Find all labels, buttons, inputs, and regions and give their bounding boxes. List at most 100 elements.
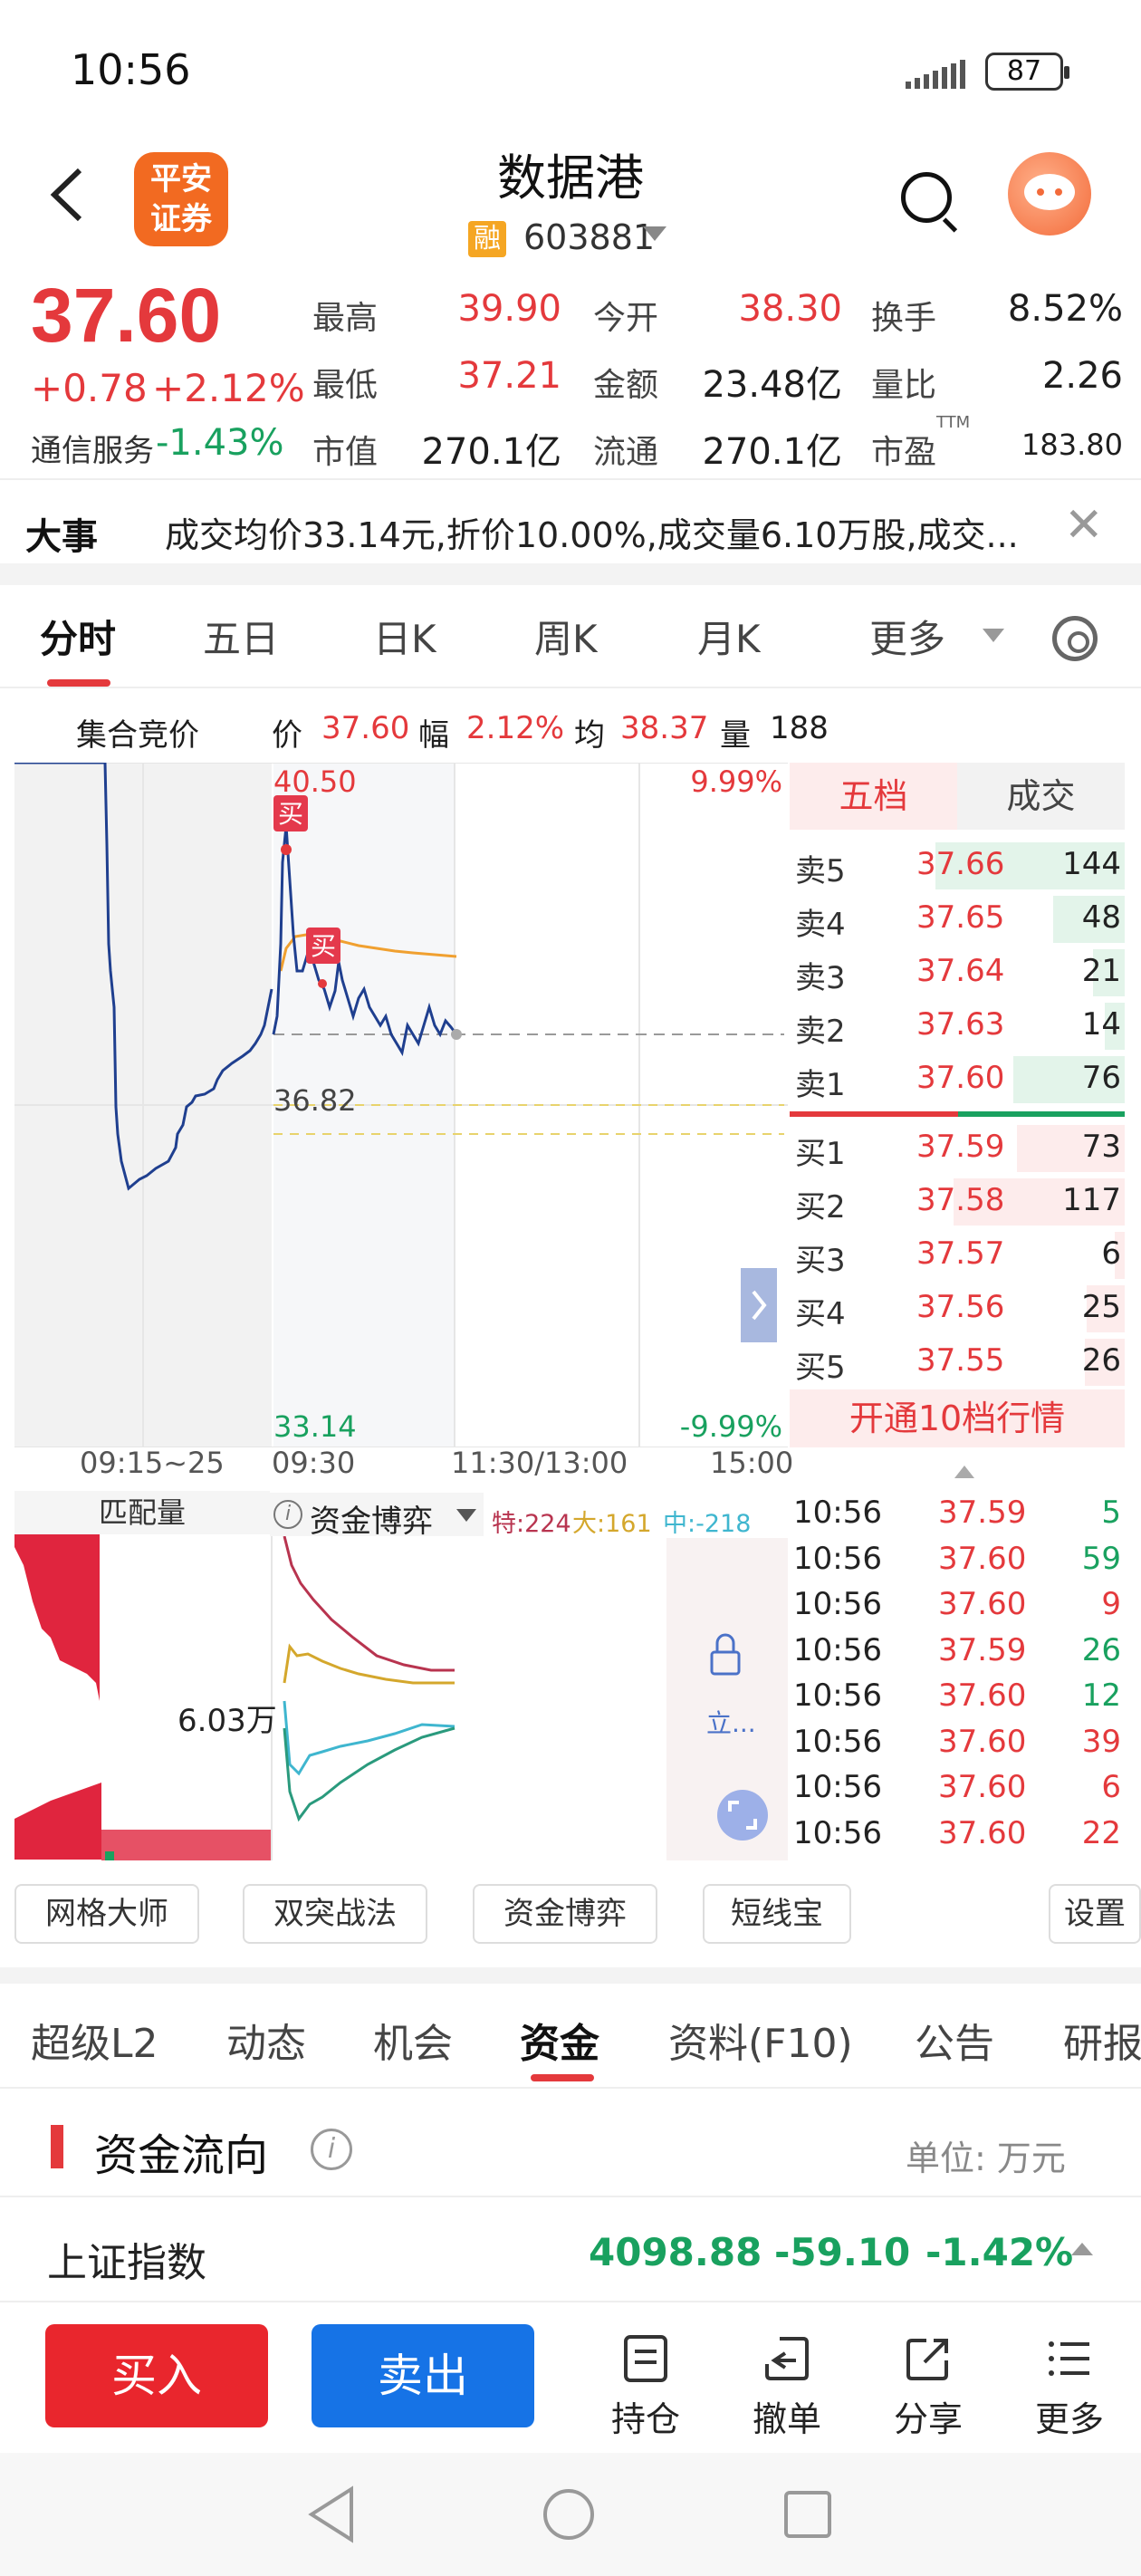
chevron-down-icon[interactable]: [643, 226, 666, 241]
tool-fund-game[interactable]: 资金博弈: [473, 1884, 657, 1944]
share-button[interactable]: 分享: [878, 2324, 978, 2441]
stock-code[interactable]: 603881: [523, 217, 655, 257]
cancel-order-button[interactable]: 撤单: [737, 2324, 837, 2441]
pe-label: 市盈: [871, 434, 937, 471]
tab-super-l2[interactable]: 超级L2: [31, 2011, 158, 2069]
share-label: 分享: [893, 2399, 963, 2439]
index-name[interactable]: 上证指数: [47, 2230, 206, 2288]
chevron-up-icon[interactable]: [1071, 2243, 1093, 2255]
tool-settings[interactable]: 设置: [1049, 1884, 1141, 1944]
tick-volume: 6: [1101, 1769, 1121, 1805]
close-icon[interactable]: ✕: [1064, 498, 1104, 553]
tab-5day[interactable]: 五日: [203, 609, 279, 664]
sell-button[interactable]: 卖出: [312, 2324, 534, 2427]
level-label: 买3: [795, 1243, 846, 1279]
y-mid-price: 36.82: [273, 1083, 357, 1118]
sector-name[interactable]: 通信服务: [31, 426, 154, 470]
tool-grid-master[interactable]: 网格大师: [14, 1884, 199, 1944]
assistant-avatar[interactable]: [1008, 152, 1091, 235]
ask-row[interactable]: 卖5 37.66 144: [790, 839, 1125, 891]
chevron-down-icon: [456, 1509, 476, 1522]
index-pct: -1.42%: [925, 2230, 1074, 2274]
mid-legend: 中:-218: [663, 1510, 752, 1538]
expand-panel-button[interactable]: [741, 1268, 777, 1342]
tab-dynamics[interactable]: 动态: [226, 2011, 306, 2069]
ask-row[interactable]: 卖1 37.60 76: [790, 1053, 1125, 1105]
nav-home-icon[interactable]: [542, 2487, 596, 2542]
gear-icon[interactable]: [1052, 616, 1098, 661]
mcap-label: 市值: [312, 434, 379, 471]
tab-five-levels[interactable]: 五档: [790, 763, 957, 830]
tab-funds[interactable]: 资金: [520, 2011, 599, 2069]
tab-trades[interactable]: 成交: [957, 763, 1125, 830]
tick-price: 37.60: [938, 1814, 1027, 1851]
tab-f10[interactable]: 资料(F10): [668, 2011, 853, 2069]
level-volume: 6: [1101, 1235, 1121, 1272]
status-time: 10:56: [71, 45, 191, 94]
fund-game-chart[interactable]: 立...: [14, 1493, 788, 1860]
tool-double-break[interactable]: 双突战法: [243, 1884, 427, 1944]
chevron-down-icon[interactable]: [983, 629, 1004, 642]
tab-research[interactable]: 研报: [1063, 2011, 1141, 2069]
bid-row[interactable]: 买2 37.58 117: [790, 1175, 1125, 1227]
bid-row[interactable]: 买5 37.55 26: [790, 1335, 1125, 1388]
divider: [0, 2087, 1141, 2089]
order-book-tabs: 五档 成交: [790, 763, 1125, 830]
ask-row[interactable]: 卖4 37.65 48: [790, 892, 1125, 945]
ask-row[interactable]: 卖3 37.64 21: [790, 946, 1125, 998]
vol-ratio-value: 2.26: [1041, 355, 1123, 397]
nav-back-icon[interactable]: [306, 2485, 357, 2543]
level-price: 37.64: [916, 953, 1005, 989]
tab-monthly-k[interactable]: 月K: [697, 609, 761, 664]
bid-row[interactable]: 买4 37.56 25: [790, 1282, 1125, 1334]
level-label: 买5: [795, 1350, 846, 1386]
tab-more[interactable]: 更多: [869, 609, 945, 664]
game-select[interactable]: i 资金博弈: [270, 1493, 484, 1540]
level-price: 37.66: [916, 846, 1005, 882]
bid-row[interactable]: 买1 37.59 73: [790, 1121, 1125, 1174]
tab-daily-k[interactable]: 日K: [373, 609, 436, 664]
big-legend: 大:161: [572, 1510, 652, 1538]
news-label: 大事: [25, 516, 98, 558]
tab-opportunity[interactable]: 机会: [373, 2011, 453, 2069]
level-volume: 14: [1081, 1006, 1121, 1043]
system-nav-bar: [0, 2453, 1141, 2576]
x-tick: 11:30/13:00: [451, 1446, 628, 1480]
holdings-button[interactable]: 持仓: [596, 2324, 695, 2441]
ask-row[interactable]: 卖2 37.63 14: [790, 999, 1125, 1052]
buy-button[interactable]: 买入: [45, 2324, 268, 2427]
search-icon[interactable]: [901, 172, 952, 223]
x-tick: 09:30: [272, 1446, 356, 1480]
tick-time: 10:56: [793, 1677, 882, 1714]
bid-row[interactable]: 买3 37.57 6: [790, 1228, 1125, 1281]
low-value: 37.21: [457, 355, 561, 397]
page-title: 数据港: [497, 149, 644, 207]
level-price: 37.65: [916, 899, 1005, 936]
more-label: 更多: [1034, 2399, 1104, 2439]
section-gap: [0, 563, 1141, 585]
open-label: 今开: [593, 300, 659, 337]
tab-intraday[interactable]: 分时: [40, 609, 116, 664]
tick-price: 37.60: [938, 1769, 1027, 1805]
divider: [0, 478, 1141, 480]
more-button[interactable]: 更多: [1020, 2324, 1119, 2441]
unlock-text[interactable]: 立...: [706, 1708, 756, 1738]
section-marker: [51, 2125, 63, 2168]
nav-recents-icon[interactable]: [782, 2489, 833, 2540]
level-price: 37.57: [916, 1235, 1005, 1272]
info-icon[interactable]: i: [273, 1500, 302, 1529]
intraday-chart[interactable]: 买 买 40.50 9.99% 36.82 33.14 -9.99%: [14, 763, 788, 1447]
tab-weekly-k[interactable]: 周K: [534, 609, 598, 664]
fullscreen-icon[interactable]: [717, 1790, 768, 1841]
news-text[interactable]: 成交均价33.14元,折价10.00%,成交量6.10万股,成交...: [165, 507, 1052, 557]
level-label: 卖1: [795, 1067, 846, 1103]
open-l2-button[interactable]: 开通10档行情: [790, 1389, 1125, 1447]
menu-icon: [1049, 2341, 1089, 2376]
tick-volume: 5: [1101, 1495, 1121, 1531]
tool-short-line[interactable]: 短线宝: [703, 1884, 851, 1944]
undo-icon: [765, 2337, 809, 2380]
info-icon[interactable]: i: [311, 2129, 352, 2170]
tab-announcements[interactable]: 公告: [915, 2011, 994, 2069]
chevron-up-icon[interactable]: [953, 1462, 976, 1480]
level-volume: 21: [1081, 953, 1121, 989]
